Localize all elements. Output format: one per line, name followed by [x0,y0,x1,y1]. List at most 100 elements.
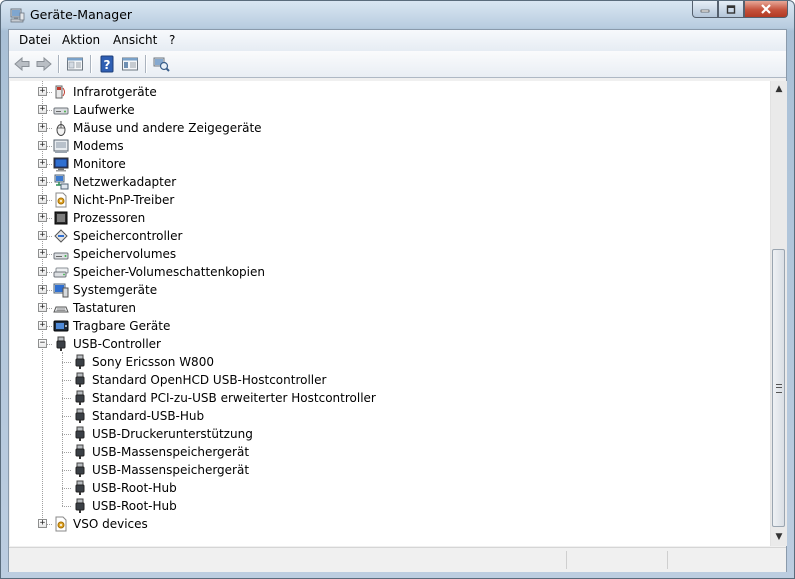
usb-device-item[interactable]: USB-Root-Hub [10,479,770,497]
tree-category-label: Laufwerke [73,103,135,117]
tree-category-storage-volume[interactable]: + Speichervolumes [10,245,770,263]
scroll-thumb[interactable] [772,249,785,527]
tree-category-label: Modems [73,139,124,153]
usb-device-label: USB-Massenspeichergerät [92,463,250,477]
tree-connector [62,452,71,453]
tree-connector [47,254,52,255]
tree-category-vso-device[interactable]: + VSO devices [10,515,770,533]
maximize-button[interactable] [718,1,744,18]
tree-category-processor[interactable]: + Prozessoren [10,209,770,227]
usb-device-icon [75,498,85,513]
expand-icon[interactable]: + [38,321,47,330]
expand-icon[interactable]: + [38,231,47,240]
caption-buttons [692,1,788,19]
properties-view-icon[interactable] [66,55,84,73]
menu-aktion[interactable]: Aktion [62,33,100,47]
tree-connector [62,416,71,417]
close-button[interactable] [744,1,788,18]
usb-device-item[interactable]: Sony Ericsson W800 [10,353,770,371]
window-title: Geräte-Manager [30,7,133,22]
status-bar [9,547,786,572]
expand-icon[interactable]: + [38,105,47,114]
tree-category-monitor[interactable]: + Monitore [10,155,770,173]
scan-hardware-icon[interactable] [152,55,170,73]
expand-icon[interactable]: + [38,195,47,204]
scroll-down-arrow[interactable]: ▼ [771,529,787,546]
tree-category-usb[interactable]: − USB-Controller [10,335,770,353]
drive-icon [53,107,69,115]
tree-category-modem[interactable]: + Modems [10,137,770,155]
tree-connector [62,362,71,363]
back-icon[interactable] [13,55,31,73]
menu-help[interactable]: ? [169,33,175,47]
forward-icon[interactable] [35,55,53,73]
tree-category-mouse[interactable]: + Mäuse und andere Zeigegeräte [10,119,770,137]
tree-connector [62,470,71,471]
tree-category-infrared[interactable]: + Infrarotgeräte [10,83,770,101]
scroll-up-arrow[interactable]: ▲ [771,81,787,98]
console-tree-icon[interactable] [121,55,139,73]
tree-category-drive[interactable]: + Laufwerke [10,101,770,119]
status-panel [566,551,667,569]
modem-icon [53,139,69,153]
menu-datei[interactable]: Datei [19,33,51,47]
expand-icon[interactable]: + [38,123,47,132]
tree-category-network-adapter[interactable]: + Netzwerkadapter [10,173,770,191]
tree-connector [47,326,52,327]
expand-icon[interactable]: + [38,519,47,528]
usb-device-item[interactable]: USB-Root-Hub [10,497,770,515]
expand-icon[interactable]: + [38,267,47,276]
tree-connector [47,308,52,309]
non-pnp-driver-icon [55,192,67,208]
expand-icon[interactable]: + [38,285,47,294]
menu-ansicht[interactable]: Ansicht [113,33,157,47]
tree-connector [47,128,52,129]
tree-category-label: Nicht-PnP-Treiber [73,193,175,207]
tree-category-label: Tragbare Geräte [73,319,171,333]
storage-volume-icon [53,252,69,260]
tree-connector [62,488,71,489]
network-adapter-icon [54,174,69,190]
usb-device-label: USB-Druckerunterstützung [92,427,253,441]
tree-category-label: Speichercontroller [73,229,183,243]
tree-category-shadow-copy[interactable]: + Speicher-Volumeschattenkopien [10,263,770,281]
tree-category-non-pnp-driver[interactable]: + Nicht-PnP-Treiber [10,191,770,209]
expand-icon[interactable]: + [38,87,47,96]
usb-device-icon [75,426,85,441]
tree-connector [47,146,52,147]
tree-category-keyboard[interactable]: + Tastaturen [10,299,770,317]
tree-connector [47,200,52,201]
usb-device-item[interactable]: USB-Massenspeichergerät [10,443,770,461]
close-icon [761,4,771,14]
shadow-copy-icon [53,267,69,278]
expand-icon[interactable]: + [38,159,47,168]
usb-device-item[interactable]: Standard-USB-Hub [10,407,770,425]
usb-device-item[interactable]: Standard PCI-zu-USB erweiterter Hostcont… [10,389,770,407]
tree-category-portable-device[interactable]: + Tragbare Geräte [10,317,770,335]
keyboard-icon [53,306,69,313]
collapse-icon[interactable]: − [38,339,47,348]
expand-icon[interactable]: + [38,141,47,150]
expand-icon[interactable]: + [38,303,47,312]
usb-device-label: Standard OpenHCD USB-Hostcontroller [92,373,327,387]
tree-category-system-device[interactable]: + Systemgeräte [10,281,770,299]
tree-connector [47,218,52,219]
tree-connector [47,272,52,273]
expand-icon[interactable]: + [38,213,47,222]
usb-device-item[interactable]: USB-Druckerunterstützung [10,425,770,443]
help-icon[interactable]: ? [98,55,116,73]
vertical-scrollbar[interactable]: ▲ ▼ [770,81,787,546]
usb-device-item[interactable]: Standard OpenHCD USB-Hostcontroller [10,371,770,389]
usb-device-item[interactable]: USB-Massenspeichergerät [10,461,770,479]
mouse-icon [56,121,66,136]
tree-connector [47,524,52,525]
usb-device-icon [75,354,85,369]
expand-icon[interactable]: + [38,177,47,186]
system-device-icon [53,283,69,298]
minimize-button[interactable] [692,1,718,18]
expand-icon[interactable]: + [38,249,47,258]
title-bar[interactable]: Geräte-Manager [1,1,794,29]
tree-category-storage-controller[interactable]: + Speichercontroller [10,227,770,245]
tree-connector [47,236,52,237]
tree-connector [62,398,71,399]
